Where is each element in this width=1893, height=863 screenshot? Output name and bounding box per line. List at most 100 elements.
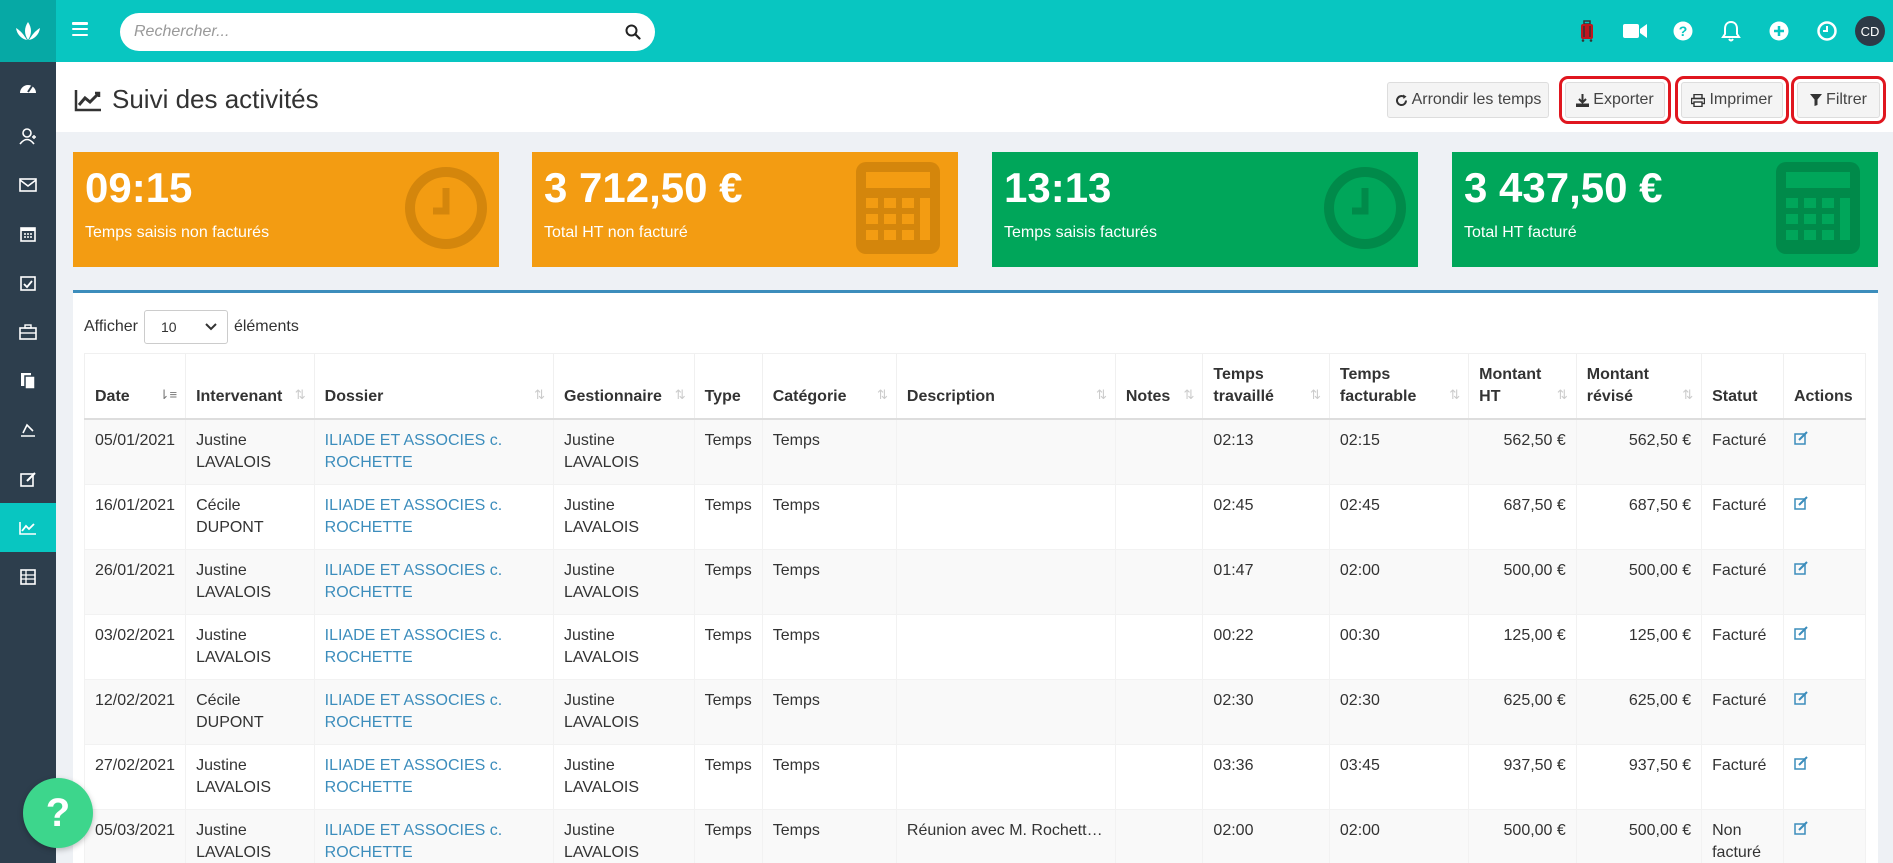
bell-icon[interactable]	[1707, 0, 1755, 62]
column-header-montant-ht[interactable]: Montant HT ⇅	[1468, 353, 1577, 420]
cell-actions	[1782, 809, 1867, 863]
documents-icon[interactable]	[0, 356, 56, 405]
search-icon[interactable]	[625, 24, 641, 40]
round-times-button[interactable]: Arrondir les temps	[1387, 82, 1549, 118]
app-logo[interactable]	[0, 0, 56, 62]
column-label: Actions	[1793, 388, 1853, 405]
column-header-temps-travaille[interactable]: Temps travaillé ⇅	[1202, 353, 1330, 420]
video-camera-icon[interactable]	[1611, 0, 1659, 62]
edit-icon[interactable]	[1794, 431, 1808, 445]
column-header-temps-facturable[interactable]: Temps facturable ⇅	[1328, 353, 1470, 420]
chevron-down-icon	[205, 323, 217, 331]
column-header-gestionnaire[interactable]: Gestionnaire ⇅	[553, 353, 695, 420]
edit-icon[interactable]	[0, 454, 56, 503]
edit-icon[interactable]	[1794, 756, 1808, 770]
cell-notes	[1114, 418, 1204, 485]
cell-categorie: Temps	[761, 484, 897, 550]
column-header-description[interactable]: Description ⇅	[895, 353, 1116, 420]
cell-description	[895, 484, 1116, 550]
table-icon[interactable]	[0, 552, 56, 601]
dossier-link[interactable]: ILIADE ET ASSOCIES c. ROCHETTE	[325, 692, 503, 731]
cell-montant-revise: 625,00 €	[1575, 679, 1703, 745]
filter-icon	[1810, 94, 1823, 106]
activities-table: Date ⇂≡ Intervenant ⇅ Dossier ⇅ Gestionnair…	[83, 353, 1867, 863]
chart-icon[interactable]	[0, 503, 56, 552]
cell-montant-ht: 562,50 €	[1468, 418, 1577, 485]
page-length-select[interactable]: 10	[143, 310, 228, 344]
cell-date: 03/02/2021	[83, 614, 187, 680]
dossier-link[interactable]: ILIADE ET ASSOCIES c. ROCHETTE	[325, 497, 503, 536]
page-length-value: 10	[160, 319, 177, 335]
refresh-icon	[1395, 94, 1407, 106]
search-input[interactable]	[134, 23, 625, 41]
menu-toggle-icon[interactable]	[72, 22, 88, 36]
cell-type: Temps	[693, 744, 763, 810]
download-icon	[1576, 93, 1590, 107]
activities-table-box: Afficher 10 éléments Date ⇂≡ Intervenant ⇅…	[73, 290, 1878, 863]
page-title-text: Suivi des activités	[112, 84, 319, 114]
column-header-intervenant[interactable]: Intervenant ⇅	[185, 353, 315, 420]
help-chat-button[interactable]: ?	[23, 778, 93, 848]
cell-notes	[1114, 484, 1204, 550]
print-button[interactable]: Imprimer	[1675, 76, 1789, 124]
cell-temps-facturable: 03:45	[1328, 744, 1470, 810]
dossier-link[interactable]: ILIADE ET ASSOCIES c. ROCHETTE	[325, 822, 503, 861]
export-button[interactable]: Exporter	[1559, 76, 1671, 124]
help-icon[interactable]: ?	[1659, 0, 1707, 62]
dossier-link[interactable]: ILIADE ET ASSOCIES c. ROCHETTE	[325, 562, 503, 601]
cell-statut: Non facturé	[1701, 809, 1784, 863]
cell-notes	[1114, 809, 1204, 863]
edit-icon[interactable]	[1794, 821, 1808, 835]
briefcase-icon[interactable]	[0, 307, 56, 356]
column-header-dossier[interactable]: Dossier ⇅	[313, 353, 555, 420]
edit-icon[interactable]	[1794, 691, 1808, 705]
cell-intervenant: Justine LAVALOIS	[185, 549, 315, 615]
cell-temps-facturable: 00:30	[1328, 614, 1470, 680]
filter-button[interactable]: Filtrer	[1791, 76, 1886, 124]
search-bar	[120, 13, 655, 51]
contacts-icon[interactable]	[0, 111, 56, 160]
cell-notes	[1114, 614, 1204, 680]
dossier-link[interactable]: ILIADE ET ASSOCIES c. ROCHETTE	[325, 432, 503, 471]
column-header-date[interactable]: Date ⇂≡	[83, 353, 187, 420]
cell-intervenant: Justine LAVALOIS	[185, 614, 315, 680]
edit-icon[interactable]	[1794, 626, 1808, 640]
clock-icon	[1324, 167, 1406, 249]
cell-date: 05/01/2021	[83, 418, 187, 485]
stat-card-billed-time: 13:13 Temps saisis facturés	[992, 152, 1418, 267]
tasks-icon[interactable]	[0, 258, 56, 307]
edit-icon[interactable]	[1794, 496, 1808, 510]
cell-categorie: Temps	[761, 549, 897, 615]
dossier-link[interactable]: ILIADE ET ASSOCIES c. ROCHETTE	[325, 627, 503, 666]
cell-categorie: Temps	[761, 809, 897, 863]
luggage-icon[interactable]	[1563, 0, 1611, 62]
sort-icon: ⇅	[1556, 387, 1568, 402]
dashboard-icon[interactable]	[0, 62, 56, 111]
mail-icon[interactable]	[0, 160, 56, 209]
cell-montant-revise: 500,00 €	[1575, 809, 1703, 863]
column-label: Montant HT	[1479, 366, 1542, 405]
stat-label: Total HT non facturé	[544, 224, 688, 241]
cell-temps-facturable: 02:00	[1328, 809, 1470, 863]
dossier-link[interactable]: ILIADE ET ASSOCIES c. ROCHETTE	[325, 757, 503, 796]
cell-dossier: ILIADE ET ASSOCIES c. ROCHETTE	[313, 418, 555, 485]
add-icon[interactable]	[1755, 0, 1803, 62]
cell-montant-ht: 687,50 €	[1468, 484, 1577, 550]
column-label: Statut	[1712, 388, 1758, 405]
column-label: Description	[906, 388, 995, 405]
calculator-icon	[1776, 162, 1860, 254]
invoice-icon[interactable]	[0, 405, 56, 454]
cell-montant-ht: 625,00 €	[1468, 679, 1577, 745]
column-header-notes[interactable]: Notes ⇅	[1114, 353, 1204, 420]
length-suffix: éléments	[233, 318, 299, 335]
cell-date: 05/03/2021	[83, 809, 187, 863]
column-label: Temps travaillé	[1213, 366, 1274, 405]
calendar-icon[interactable]	[0, 209, 56, 258]
cell-actions	[1782, 418, 1867, 485]
column-header-categorie[interactable]: Catégorie ⇅	[761, 353, 897, 420]
user-avatar[interactable]: CD	[1855, 16, 1885, 46]
stat-label: Total HT facturé	[1464, 224, 1577, 241]
column-header-montant-revise[interactable]: Montant révisé ⇅	[1575, 353, 1703, 420]
edit-icon[interactable]	[1794, 561, 1808, 575]
timer-icon[interactable]	[1803, 0, 1851, 62]
